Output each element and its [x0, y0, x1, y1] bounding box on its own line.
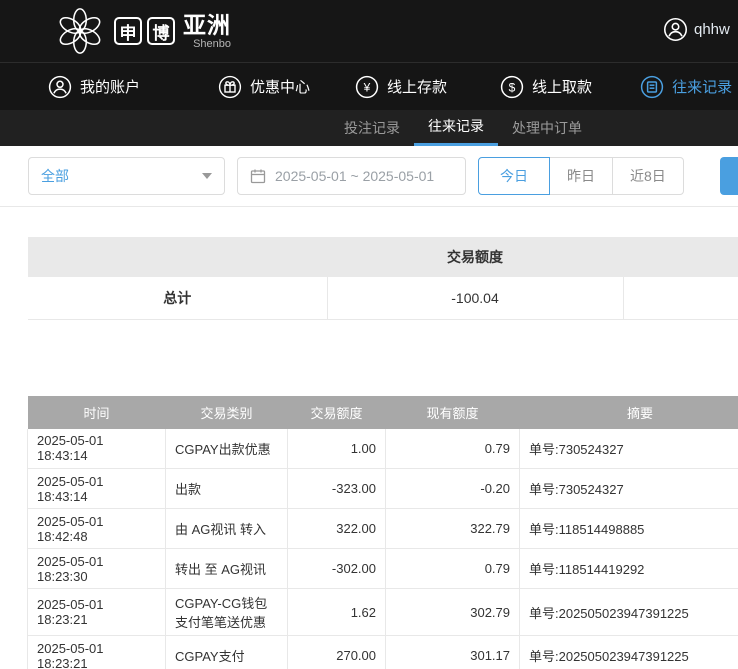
transactions-table: 时间 交易类别 交易额度 现有额度 摘要 2025-05-01 18:43:14… — [27, 396, 738, 669]
cell-balance: 301.17 — [386, 636, 520, 669]
summary-header-row: 交易额度 — [28, 237, 738, 277]
calendar-icon — [250, 168, 266, 184]
last-8-days-button[interactable]: 近8日 — [612, 157, 684, 195]
header-type: 交易类别 — [166, 396, 288, 429]
header-amount: 交易额度 — [288, 396, 386, 429]
deposit-circle-icon: ¥ — [355, 75, 379, 99]
header-balance: 现有额度 — [386, 396, 520, 429]
svg-text:$: $ — [509, 80, 516, 94]
header-time: 时间 — [28, 396, 166, 429]
table-header-row: 时间 交易类别 交易额度 现有额度 摘要 — [28, 396, 738, 429]
category-dropdown-value: 全部 — [41, 166, 69, 186]
nav-label: 线上取款 — [532, 76, 592, 97]
summary-table: 交易额度 总计 -100.04 — [28, 237, 738, 320]
nav-label: 往来记录 — [672, 76, 732, 97]
cell-time: 2025-05-01 18:23:21 — [28, 636, 166, 669]
cell-summary: 单号:730524327 — [520, 469, 738, 509]
user-account[interactable]: qhhw — [663, 17, 738, 42]
nav-online-withdrawal[interactable]: $ 线上取款 — [500, 75, 592, 99]
main-navigation: 我的账户 优惠中心 ¥ 线上存款 $ 线上取款 — [0, 62, 738, 110]
cell-type: CGPAY支付 — [166, 636, 288, 669]
withdraw-circle-icon: $ — [500, 75, 524, 99]
summary-total-label: 总计 — [28, 277, 327, 319]
cell-summary: 单号:730524327 — [520, 429, 738, 469]
cell-amount: 322.00 — [288, 509, 386, 549]
cell-summary: 单号:118514498885 — [520, 509, 738, 549]
table-row: 2025-05-01 18:42:48 由 AG视讯 转入 322.00 322… — [28, 509, 738, 549]
top-header: 申 博 亚洲 Shenbo qhhw — [0, 0, 738, 62]
yesterday-button[interactable]: 昨日 — [549, 157, 613, 195]
cell-amount: 1.62 — [288, 589, 386, 636]
brand-region: 亚洲 — [183, 12, 231, 38]
user-avatar-icon — [663, 17, 688, 42]
cell-type: 出款 — [166, 469, 288, 509]
cell-type: CGPAY-CG钱包支付笔笔送优惠 — [166, 589, 288, 636]
gift-circle-icon — [218, 75, 242, 99]
cell-summary: 单号:118514419292 — [520, 549, 738, 589]
header-summary: 摘要 — [520, 396, 738, 429]
cell-amount: -302.00 — [288, 549, 386, 589]
chevron-down-icon — [202, 173, 212, 179]
records-circle-icon — [640, 75, 664, 99]
tab-betting-records[interactable]: 投注记录 — [330, 110, 414, 146]
tab-processing-orders[interactable]: 处理中订单 — [498, 110, 596, 146]
cell-time: 2025-05-01 18:43:14 — [28, 429, 166, 469]
cell-balance: -0.20 — [386, 469, 520, 509]
summary-header-empty — [28, 237, 327, 277]
search-button-partial[interactable] — [720, 157, 738, 195]
cell-time: 2025-05-01 18:23:30 — [28, 549, 166, 589]
nav-transaction-records[interactable]: 往来记录 — [640, 75, 732, 99]
cell-balance: 302.79 — [386, 589, 520, 636]
cell-type: 由 AG视讯 转入 — [166, 509, 288, 549]
brand-flower-icon — [55, 6, 105, 56]
nav-label: 线上存款 — [387, 76, 447, 97]
nav-my-account[interactable]: 我的账户 — [48, 75, 140, 99]
table-row: 2025-05-01 18:23:21 CGPAY-CG钱包支付笔笔送优惠 1.… — [28, 589, 738, 636]
date-range-input[interactable]: 2025-05-01 ~ 2025-05-01 — [237, 157, 466, 195]
cell-time: 2025-05-01 18:42:48 — [28, 509, 166, 549]
cell-summary: 单号:202505023947391225 — [520, 636, 738, 669]
cell-type: 转出 至 AG视讯 — [166, 549, 288, 589]
cell-time: 2025-05-01 18:23:21 — [28, 589, 166, 636]
cell-balance: 322.79 — [386, 509, 520, 549]
today-button[interactable]: 今日 — [478, 157, 550, 195]
nav-promotions[interactable]: 优惠中心 — [218, 75, 310, 99]
summary-header-amount: 交易额度 — [327, 237, 623, 277]
summary-total-row: 总计 -100.04 — [28, 277, 738, 319]
brand-char-bo: 博 — [147, 17, 175, 45]
cell-amount: 1.00 — [288, 429, 386, 469]
quick-date-buttons: 今日 昨日 近8日 — [478, 157, 684, 195]
summary-total-value: -100.04 — [327, 277, 623, 319]
table-row: 2025-05-01 18:43:14 出款 -323.00 -0.20 单号:… — [28, 469, 738, 509]
username: qhhw — [694, 21, 730, 38]
cell-type: CGPAY出款优惠 — [166, 429, 288, 469]
svg-text:¥: ¥ — [363, 80, 371, 94]
cell-balance: 0.79 — [386, 429, 520, 469]
nav-label: 优惠中心 — [250, 76, 310, 97]
table-row: 2025-05-01 18:43:14 CGPAY出款优惠 1.00 0.79 … — [28, 429, 738, 469]
date-range-value: 2025-05-01 ~ 2025-05-01 — [275, 168, 434, 184]
table-row: 2025-05-01 18:23:30 转出 至 AG视讯 -302.00 0.… — [28, 549, 738, 589]
cell-amount: 270.00 — [288, 636, 386, 669]
brand-logo[interactable]: 申 博 亚洲 Shenbo — [55, 6, 231, 56]
cell-time: 2025-05-01 18:43:14 — [28, 469, 166, 509]
filter-bar: 全部 2025-05-01 ~ 2025-05-01 今日 昨日 近8日 — [0, 146, 738, 207]
nav-label: 我的账户 — [80, 76, 140, 97]
category-dropdown[interactable]: 全部 — [28, 157, 225, 195]
user-circle-icon — [48, 75, 72, 99]
summary-total-empty — [623, 277, 738, 319]
cell-summary: 单号:202505023947391225 — [520, 589, 738, 636]
records-sub-navigation: 投注记录 往来记录 处理中订单 — [0, 110, 738, 146]
cell-amount: -323.00 — [288, 469, 386, 509]
cell-balance: 0.79 — [386, 549, 520, 589]
table-row: 2025-05-01 18:23:21 CGPAY支付 270.00 301.1… — [28, 636, 738, 669]
brand-char-shen: 申 — [114, 17, 142, 45]
tab-transaction-records[interactable]: 往来记录 — [414, 110, 498, 146]
nav-online-deposit[interactable]: ¥ 线上存款 — [355, 75, 447, 99]
brand-subtitle: Shenbo — [193, 38, 231, 50]
brand-text: 亚洲 Shenbo — [183, 12, 231, 50]
summary-header-empty2 — [623, 237, 738, 277]
